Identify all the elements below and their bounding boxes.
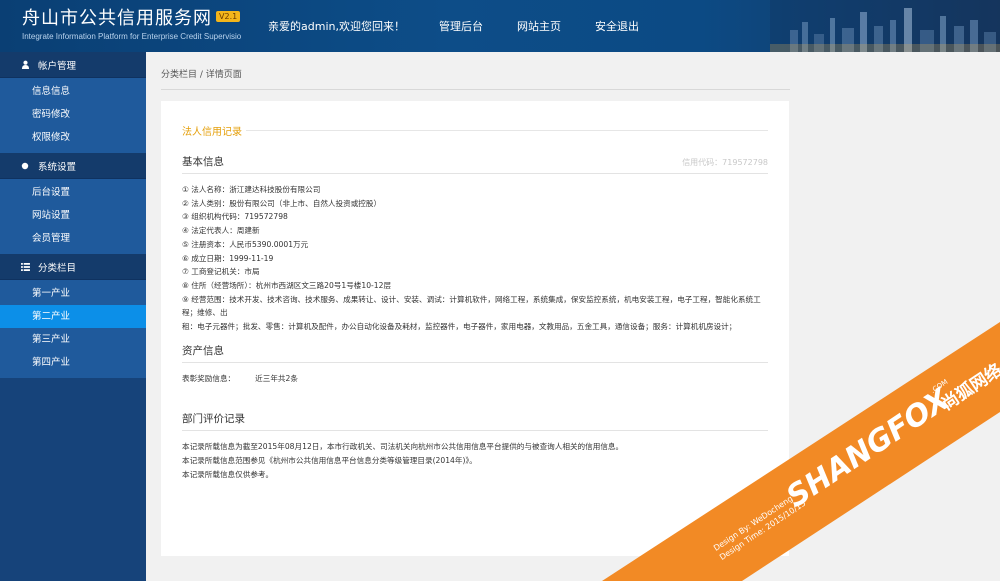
note-line: 本记录所载信息仅供参考。: [182, 469, 274, 479]
sidebar-group-system[interactable]: 系统设置: [0, 153, 146, 179]
sidebar-group-label: 系统设置: [38, 161, 77, 173]
nav-logout-link[interactable]: 安全退出: [595, 18, 639, 34]
top-header: 舟山市公共信用服务网 V2.1 Integrate Information Pla…: [0, 0, 1000, 52]
info-row: ④ 法定代表人：周建新: [182, 226, 260, 236]
sidebar: 帐户管理 信息信息 密码修改 权限修改 系统设置 后台设置 网站设置 会员管理 …: [0, 52, 146, 581]
info-row: ⑨ 经营范围：技术开发、技术咨询、技术服务、成果转让、设计、安装、调试：计算机软…: [182, 294, 761, 318]
watermark-dotcom: .COM: [929, 378, 949, 395]
credit-code: 信用代码：719572798: [682, 158, 768, 167]
basic-info-divider: [182, 173, 768, 174]
asset-info-title: 资产信息: [182, 345, 224, 357]
info-row: ⑤ 注册资本：人民币5390.0001万元: [182, 239, 309, 249]
sidebar-group-label: 帐户管理: [38, 60, 77, 72]
city-skyline-image: [770, 0, 1000, 52]
sidebar-item-password[interactable]: 密码修改: [0, 103, 146, 126]
notes-list: 本记录所载信息为截至2015年08月12日，本市行政机关、司法机关向杭州市公共信…: [182, 440, 623, 481]
asset-value[interactable]: 近三年共2条: [255, 374, 298, 383]
breadcrumb: 分类栏目 / 详情页面: [161, 70, 242, 80]
title-divider: [246, 130, 768, 131]
sidebar-item-site-settings[interactable]: 网站设置: [0, 204, 146, 227]
sidebar-item-permission[interactable]: 权限修改: [0, 126, 146, 149]
sidebar-item-backend-settings[interactable]: 后台设置: [0, 181, 146, 204]
basic-info-list: ① 法人名称：浙江建达科技股份有限公司 ② 法人类别：股份有限公司（非上市、自然…: [182, 183, 768, 334]
note-line: 本记录所载信息为截至2015年08月12日，本市行政机关、司法机关向杭州市公共信…: [182, 442, 624, 451]
asset-info-divider: [182, 362, 768, 363]
record-title: 法人信用记录: [182, 127, 242, 138]
info-row: ② 法人类别：股份有限公司（非上市、自然人投资或控股）: [182, 198, 382, 208]
list-icon: [18, 262, 32, 271]
nav-admin-link[interactable]: 管理后台: [439, 18, 483, 34]
watermark-brand-cn: 尚狐网络: [938, 360, 1000, 415]
nav-home-link[interactable]: 网站主页: [517, 18, 561, 34]
sidebar-group-label: 分类栏目: [38, 262, 77, 274]
info-row: ① 法人名称：浙江建达科技股份有限公司: [182, 185, 321, 194]
info-row: 租：电子元器件；批发、零售：计算机及配件，办公自动化设备及耗材，监控器件，电子器…: [182, 322, 737, 332]
info-row: ⑧ 住所（经营场所）：杭州市西湖区文三路20号1号楼10-12层: [182, 280, 392, 290]
sidebar-item-info[interactable]: 信息信息: [0, 80, 146, 103]
dept-review-divider: [182, 430, 768, 431]
record-card: 法人信用记录 基本信息 信用代码：719572798 ① 法人名称：浙江建达科技…: [161, 101, 789, 556]
sidebar-group-category[interactable]: 分类栏目: [0, 254, 146, 280]
info-row: ③ 组织机构代码：719572798: [182, 212, 288, 222]
logo-title: 舟山市公共信用服务网: [22, 8, 212, 29]
dot-icon: [18, 162, 32, 170]
info-row: ⑥ 成立日期：1999-11-19: [182, 253, 274, 263]
asset-row: 表彰奖励信息： 近三年共2条: [182, 373, 298, 384]
watermark-brand: SHANGFOX: [780, 381, 957, 515]
basic-info-title: 基本信息: [182, 156, 224, 168]
sidebar-item-industry-1[interactable]: 第一产业: [0, 282, 146, 305]
info-row: ⑦ 工商登记机关：市局: [182, 267, 260, 277]
asset-label: 表彰奖励信息：: [182, 374, 236, 383]
top-nav: 亲爱的admin,欢迎您回来！ 管理后台 网站主页 安全退出: [268, 0, 673, 52]
version-badge: V2.1: [216, 11, 241, 22]
sidebar-group-account[interactable]: 帐户管理: [0, 52, 146, 78]
note-line: 本记录所载信息范围参见《杭州市公共信用信息平台信息分类等级管理目录(2014年)…: [182, 455, 477, 465]
sidebar-item-industry-4[interactable]: 第四产业: [0, 351, 146, 374]
sidebar-item-members[interactable]: 会员管理: [0, 227, 146, 250]
dept-review-title: 部门评价记录: [182, 413, 245, 425]
user-icon: [18, 60, 32, 69]
welcome-text: 亲爱的admin,欢迎您回来！: [268, 20, 405, 33]
sidebar-item-industry-2[interactable]: 第二产业: [0, 305, 146, 328]
breadcrumb-divider: [161, 89, 790, 90]
site-logo[interactable]: 舟山市公共信用服务网 V2.1 Integrate Information Pla…: [22, 8, 241, 41]
logo-subtitle: Integrate Information Platform for Enter…: [22, 32, 242, 41]
sidebar-item-industry-3[interactable]: 第三产业: [0, 328, 146, 351]
